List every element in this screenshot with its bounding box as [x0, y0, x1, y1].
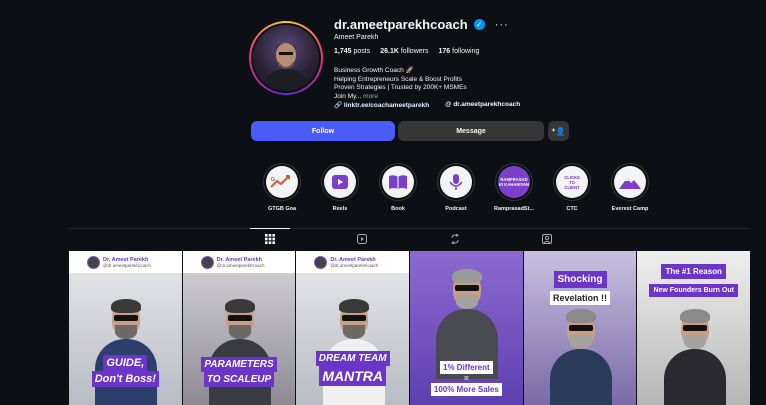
followers-count[interactable]: 26.1K followers — [380, 48, 428, 55]
post-caption: 1% Different = 100% More Sales — [416, 361, 517, 396]
bio-line: Proven Strategies | Trusted by 200K+ MSM… — [334, 84, 467, 91]
posts-tab[interactable] — [265, 234, 277, 246]
profile-stats: 1,745 posts 26.1K followers 176 followin… — [334, 48, 479, 55]
follow-button[interactable]: Follow — [251, 121, 395, 141]
avatar — [200, 255, 214, 269]
bio: Business Growth Coach 🚀 Helping Entrepre… — [334, 67, 467, 101]
highlight-gtgb-goa[interactable]: G GTGB Goa — [258, 163, 306, 212]
add-user-icon: ⁺👤 — [551, 126, 566, 136]
text-badge-icon: CLICKS TO CLIENT — [556, 166, 588, 198]
post-tile[interactable]: Dr. Ameet Parekh @dr.ameetparekhcoach DRE… — [296, 251, 410, 405]
post-caption: DREAM TEAM MANTRA — [302, 351, 403, 386]
post-caption: GUIDE, Don't Boss! — [75, 355, 176, 387]
tagged-tab[interactable] — [542, 234, 554, 246]
book-icon — [382, 166, 414, 198]
verified-badge-icon: ✓ — [473, 19, 485, 30]
active-tab-indicator — [250, 228, 290, 229]
posts-count: 1,745 posts — [334, 48, 371, 55]
post-tile[interactable]: Dr. Ameet Parekh @dr.ameetparekhcoach GUI… — [69, 251, 182, 405]
more-options-icon[interactable]: ··· — [495, 19, 509, 31]
threads-link[interactable]: @ dr.ameetparekhcoach — [445, 101, 520, 109]
post-header: Dr. Ameet Parekh @dr.ameetparekhcoach — [296, 251, 410, 273]
person-image — [318, 285, 388, 405]
post-tile[interactable]: Dr. Ameet Parekh @dr.ameetparekhcoach PAR… — [182, 251, 296, 405]
tagged-icon — [542, 234, 552, 244]
post-header: Dr. Ameet Parekh @dr.ameetparekhcoach — [69, 251, 182, 273]
person-image — [659, 295, 729, 405]
highlight-book[interactable]: Book — [374, 163, 422, 212]
highlight-ramprasad[interactable]: RAMPRASAD KI KAHANIYAN RamprasadSt... — [490, 163, 538, 212]
reposts-tab[interactable] — [450, 233, 462, 246]
profile-tabs — [68, 228, 750, 248]
full-name: Ameet Parekh — [334, 34, 379, 41]
badge-icon: RAMPRASAD KI KAHANIYAN — [498, 166, 530, 198]
external-link[interactable]: 🔗 linktr.ee/coachameetparekh — [334, 101, 429, 109]
highlight-podcast[interactable]: Podcast — [432, 163, 480, 212]
post-caption: PARAMETERS TO SCALEUP — [189, 357, 290, 387]
message-button[interactable]: Message — [398, 121, 544, 141]
person-image — [431, 255, 501, 379]
reels-tab-icon — [357, 234, 367, 244]
highlight-reels[interactable]: Reels — [316, 163, 364, 212]
post-header: Dr. Ameet Parekh @dr.ameetparekhcoach — [182, 251, 296, 273]
bio-line: Helping Entrepreneurs Scale & Boost Prof… — [334, 75, 462, 83]
following-count[interactable]: 176 following — [438, 48, 479, 55]
svg-text:G: G — [271, 177, 275, 183]
avatar-image — [253, 25, 319, 91]
story-highlights: G GTGB Goa Reels Book Podcast RAMPRASAD … — [258, 163, 654, 212]
microphone-icon — [440, 166, 472, 198]
username: dr.ameetparekhcoach — [334, 17, 468, 32]
bio-more-link[interactable]: more — [363, 93, 378, 100]
reels-tab[interactable] — [357, 234, 369, 246]
profile-avatar[interactable] — [249, 21, 323, 95]
grid-icon — [265, 234, 275, 244]
post-grid: Dr. Ameet Parekh @dr.ameetparekhcoach GUI… — [69, 251, 751, 405]
person-image — [545, 295, 615, 405]
post-tile[interactable]: The #1 Reason New Founders Burn Out — [637, 251, 751, 405]
bio-line: Join My... more — [334, 92, 378, 100]
suggested-users-button[interactable]: ⁺👤 — [548, 121, 569, 141]
bio-line: Business Growth Coach 🚀 — [334, 67, 414, 74]
mountain-icon — [614, 166, 646, 198]
highlight-ctc[interactable]: CLICKS TO CLIENT CTC — [548, 163, 596, 212]
repost-icon — [451, 233, 459, 245]
reels-icon — [324, 166, 356, 198]
person-image — [204, 285, 274, 405]
highlight-everest-camp[interactable]: Everest Camp — [606, 163, 654, 212]
post-caption: The #1 Reason New Founders Burn Out — [643, 261, 744, 297]
avatar — [314, 255, 328, 269]
post-tile[interactable]: Shocking Revelation !! — [523, 251, 637, 405]
post-tile[interactable]: 1% Different = 100% More Sales — [410, 251, 523, 405]
person-image — [90, 285, 160, 405]
gtgb-logo-icon: G — [266, 166, 298, 198]
avatar — [87, 255, 100, 269]
